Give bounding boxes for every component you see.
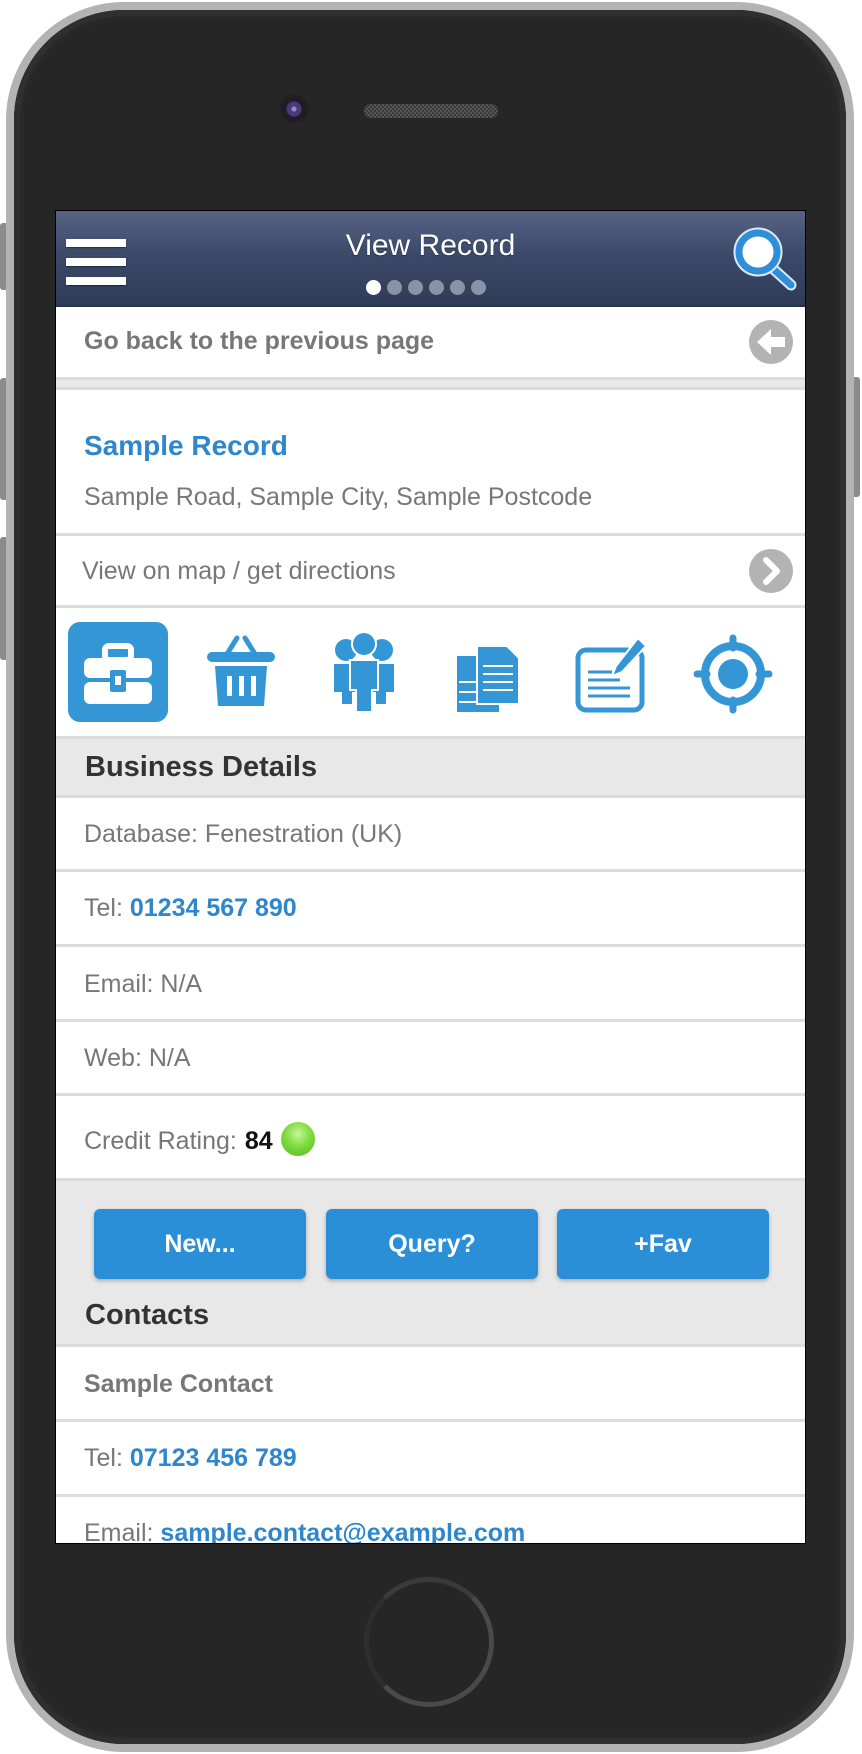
record-tabs [56,608,805,736]
back-label: Go back to the previous page [84,327,435,355]
email-value: N/A [160,970,203,998]
page-dot[interactable] [450,280,465,295]
email-label: Email: [84,970,154,998]
arrow-left-icon [757,329,785,355]
business-email-field: Email: N/A [84,970,202,999]
front-camera [279,94,309,124]
map-row[interactable]: View on map / get directions [56,536,805,608]
page-dot[interactable] [429,280,444,295]
web-value: N/A [148,1044,191,1072]
credit-rating-value: 84 [244,1126,273,1155]
app-header: View Record [56,211,805,307]
tel-label: Tel: [84,894,123,922]
earpiece-speaker [364,104,498,118]
credit-rating-label: Credit Rating: [84,1126,237,1155]
database-label: Database: [84,820,198,848]
page-title: View Record [345,229,516,262]
page-dot[interactable] [471,280,486,295]
chevron-right-icon [763,557,780,585]
record-name: Sample Record [84,430,288,461]
page-indicator [366,280,496,296]
tab-location[interactable] [683,622,783,722]
back-row[interactable]: Go back to the previous page [56,307,805,377]
credit-rating-field: Credit Rating: 84 [84,1122,315,1156]
search-button[interactable] [733,227,797,291]
app-screen: View Record Go back to the previous page [55,210,806,1544]
contact-tel-label: Tel: [84,1444,123,1472]
contact-tel-row: Tel: 07123 456 789 [56,1422,805,1497]
contact-tel-field: Tel: 07123 456 789 [84,1444,297,1473]
business-email-row: Email: N/A [56,947,805,1022]
contact-tel-link[interactable]: 07123 456 789 [130,1444,297,1472]
business-section-header: Business Details [56,736,805,798]
contact-email-link[interactable]: sample.contact@example.com [160,1519,525,1543]
contact-name: Sample Contact [84,1370,273,1398]
business-tel-field: Tel: 01234 567 890 [84,894,297,923]
home-button[interactable] [364,1577,494,1707]
business-web-field: Web: N/A [84,1044,191,1073]
credit-rating-row: Credit Rating: 84 [56,1096,805,1181]
target-icon [693,634,773,714]
documents-icon [457,645,520,712]
people-icon [334,631,394,713]
record-summary: Sample Record Sample Road, Sample City, … [56,390,805,536]
query-button[interactable]: Query? [326,1209,538,1279]
contact-email-label: Email: [84,1519,154,1544]
tab-notes[interactable] [560,622,660,722]
database-value: Fenestration (UK) [204,820,403,848]
record-address: Sample Road, Sample City, Sample Postcod… [84,483,593,511]
actions-band: New... Query? +Fav Contacts [56,1181,805,1347]
map-link-label: View on map / get directions [82,557,396,585]
search-icon [733,227,797,291]
page-dot[interactable] [387,280,402,295]
contact-email-field: Email: sample.contact@example.com [84,1519,525,1544]
new-button[interactable]: New... [94,1209,306,1279]
business-tel-link[interactable]: 01234 567 890 [130,894,297,922]
action-buttons: New... Query? +Fav [56,1209,805,1281]
basket-icon [207,635,275,706]
add-favourite-button[interactable]: +Fav [557,1209,769,1279]
tab-business[interactable] [68,622,168,722]
edit-note-icon [575,636,648,713]
tab-documents[interactable] [437,622,537,722]
page-dot-active[interactable] [366,280,381,295]
briefcase-icon [84,643,152,704]
contacts-section-title: Contacts [85,1299,210,1331]
map-button[interactable] [749,549,793,593]
tab-orders[interactable] [191,622,291,722]
contact-email-row: Email: sample.contact@example.com [56,1497,805,1544]
page-dot[interactable] [408,280,423,295]
separator-band [56,377,805,390]
tab-contacts[interactable] [314,622,414,722]
contact-name-row[interactable]: Sample Contact [56,1347,805,1422]
business-tel-row: Tel: 01234 567 890 [56,872,805,947]
business-web-row: Web: N/A [56,1022,805,1096]
database-field: Database: Fenestration (UK) [84,820,402,849]
database-row: Database: Fenestration (UK) [56,798,805,872]
credit-status-indicator [280,1122,315,1156]
hamburger-icon-bar [66,277,126,285]
business-section-title: Business Details [85,751,318,783]
back-button[interactable] [749,320,793,364]
web-label: Web: [84,1044,142,1072]
